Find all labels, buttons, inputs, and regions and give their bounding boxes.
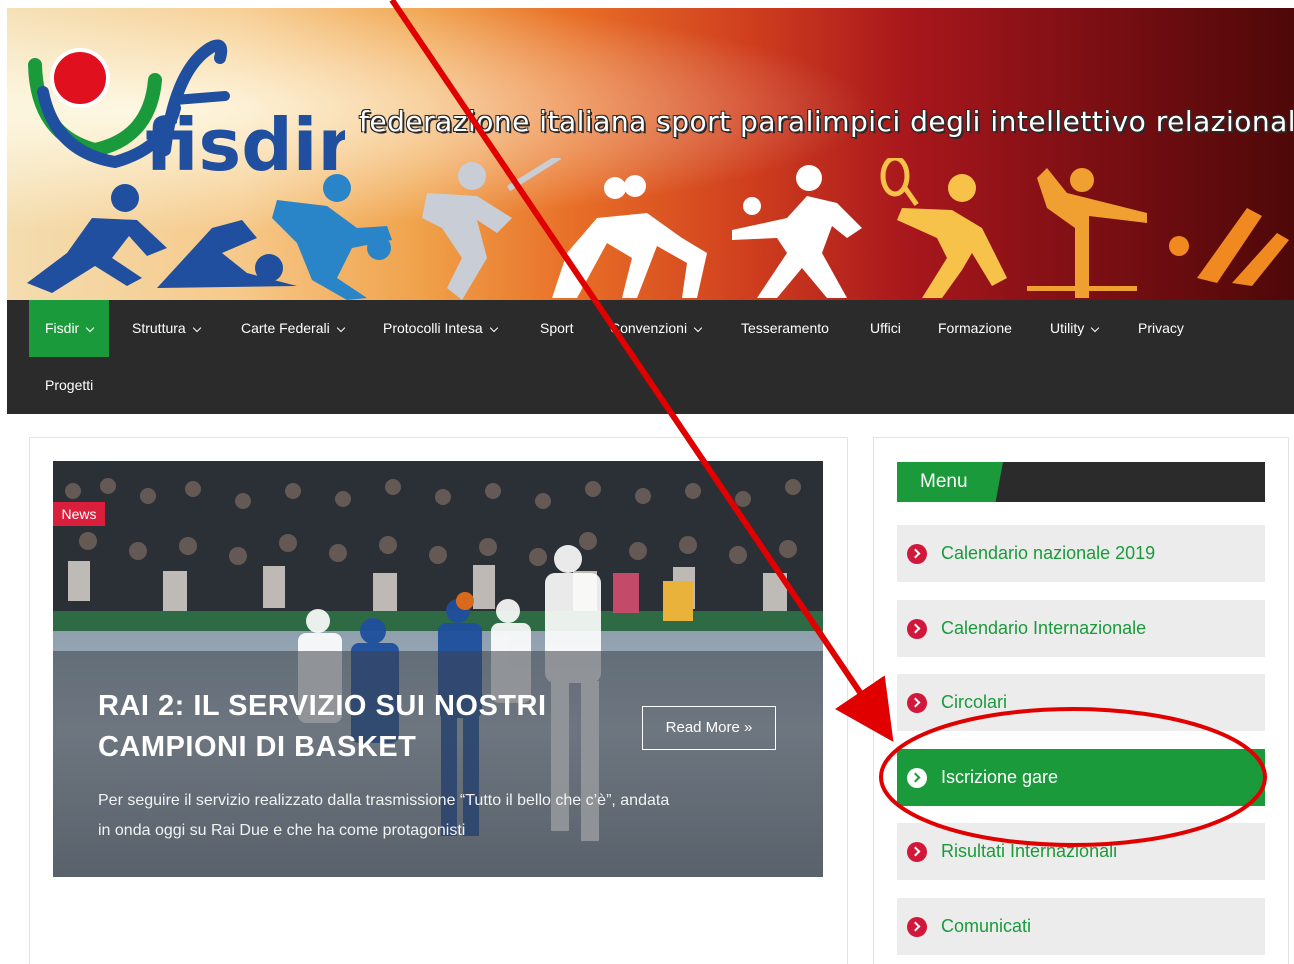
basketball-icon (456, 592, 474, 610)
nav-item-formazione[interactable]: Formazione (938, 300, 1012, 357)
runner-icon (27, 184, 167, 293)
featured-post-title[interactable]: RAI 2: IL SERVIZIO SUI NOSTRI CAMPIONI D… (98, 686, 618, 768)
chevron-right-circle-icon (907, 543, 927, 564)
nav-item-tesseramento[interactable]: Tesseramento (741, 300, 829, 357)
nav-item-utility[interactable]: Utility (1050, 300, 1100, 357)
chevron-down-icon (693, 323, 703, 333)
nav-label: Progetti (45, 377, 94, 393)
featured-post-excerpt: Per seguire il servizio realizzato dalla… (98, 792, 670, 839)
sidebar-item-label: Risultati Internazionali (941, 841, 1118, 861)
nav-label: Tesseramento (741, 320, 829, 336)
nav-item-protocolli-intesa[interactable]: Protocolli Intesa (383, 300, 498, 357)
nav-label: Convenzioni (610, 320, 688, 336)
fencer-icon (422, 158, 562, 300)
nav-item-privacy[interactable]: Privacy (1138, 300, 1184, 357)
chevron-down-icon (1090, 323, 1100, 333)
chevron-down-icon (489, 323, 498, 333)
nav-label: Carte Federali (241, 320, 330, 336)
nav-label: Sport (540, 320, 574, 336)
sidebar-item-comunicati[interactable]: Comunicati (897, 898, 1265, 955)
chevron-right-circle-icon (907, 618, 927, 639)
news-category-badge[interactable]: News (53, 502, 105, 526)
nav-label: Fisdir (45, 320, 80, 336)
nav-label: Uffici (870, 320, 901, 336)
read-more-button[interactable]: Read More » (642, 706, 776, 750)
sidebar-item-circolari[interactable]: Circolari (897, 674, 1265, 731)
tennis-player-icon (880, 158, 1007, 298)
nav-item-progetti[interactable]: Progetti (45, 357, 93, 414)
sidebar-item-risultati-internazionali[interactable]: Risultati Internazionali (897, 823, 1265, 880)
sports-pictograms (27, 158, 1289, 300)
sidebar-item-iscrizione-gare[interactable]: Iscrizione gare (897, 749, 1265, 806)
nav-label: Formazione (938, 320, 1012, 336)
chevron-right-circle-icon (907, 841, 927, 862)
swimmer-icon (157, 220, 297, 288)
menu-widget-header: Menu (897, 462, 1265, 502)
chevron-right-circle-icon (907, 692, 927, 713)
chevron-right-circle-icon (907, 767, 927, 788)
chevron-down-icon (85, 323, 95, 333)
main-navigation: Fisdir Struttura Carte Federali Protocol… (7, 300, 1294, 414)
nav-item-sport[interactable]: Sport (540, 300, 573, 357)
chevron-down-icon (336, 323, 345, 333)
chevron-right-circle-icon (907, 916, 927, 937)
nav-label: Protocolli Intesa (383, 320, 483, 336)
federation-tagline: federazione italiana sport paralimpici d… (359, 105, 1294, 138)
sidebar-item-label: Calendario nazionale 2019 (941, 543, 1156, 563)
basketball-player-icon (272, 174, 392, 300)
nav-item-fisdir[interactable]: Fisdir (29, 300, 110, 357)
nav-item-convenzioni[interactable]: Convenzioni (610, 300, 703, 357)
table-tennis-icon (732, 165, 862, 298)
gymnast-icon (1027, 168, 1147, 298)
header-banner: fisdir federazione italiana sport parali… (7, 8, 1294, 300)
sidebar-item-calendario-internazionale[interactable]: Calendario Internazionale (897, 600, 1265, 657)
nav-item-struttura[interactable]: Struttura (132, 300, 201, 357)
nav-item-uffici[interactable]: Uffici (870, 300, 901, 357)
sidebar-item-label: Circolari (941, 692, 1008, 712)
nav-item-carte-federali[interactable]: Carte Federali (241, 300, 345, 357)
sidebar-item-label: Iscrizione gare (941, 767, 1059, 787)
nav-label: Struttura (132, 320, 186, 336)
sidebar-item-label: Calendario Internazionale (941, 618, 1147, 638)
chevron-down-icon (192, 323, 201, 333)
nav-label: Utility (1050, 320, 1085, 336)
skier-icon (1169, 208, 1289, 286)
sidebar-item-label: Comunicati (941, 916, 1032, 936)
menu-heading: Menu (920, 471, 968, 492)
sidebar-item-calendario-nazionale[interactable]: Calendario nazionale 2019 (897, 525, 1265, 582)
wrestlers-icon (552, 175, 707, 298)
nav-label: Privacy (1138, 320, 1184, 336)
